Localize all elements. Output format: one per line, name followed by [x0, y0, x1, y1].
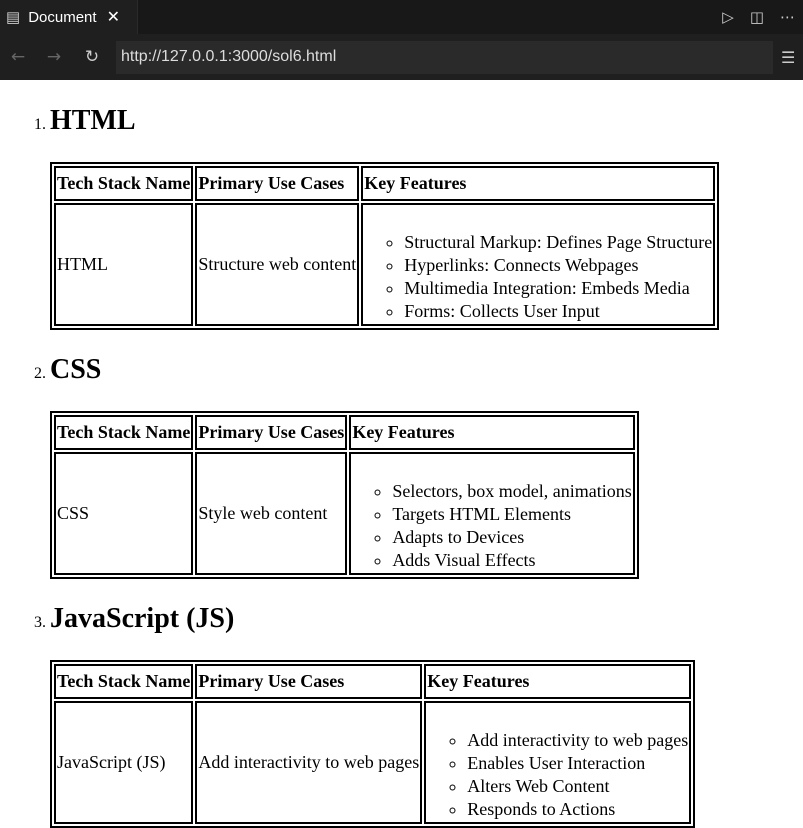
column-header: Primary Use Cases [195, 166, 360, 201]
nav-bar: ← → ↻ http://127.0.0.1:3000/sol6.html ☰ [0, 34, 803, 80]
page-content: HTML Tech Stack NamePrimary Use CasesKey… [0, 80, 803, 828]
section-heading: JavaScript (JS) [50, 603, 235, 634]
use-case-cell: Add interactivity to web pages [195, 701, 423, 824]
reload-icon[interactable]: ↻ [72, 47, 112, 67]
table-header-row: Tech Stack Name Primary Use Cases Key Feat… [54, 166, 716, 201]
use-case-cell: Style web content [195, 452, 348, 575]
close-icon[interactable]: ✕ [107, 7, 120, 27]
feature-item: Multimedia Integration: Embeds Media [404, 277, 712, 300]
section-item: HTML Tech Stack NamePrimary Use CasesKey… [50, 80, 795, 330]
more-icon[interactable]: ⋯ [780, 8, 795, 26]
feature-item: Structural Markup: Defines Page Structur… [404, 206, 712, 254]
tech-name-cell: JavaScript (JS) [54, 701, 194, 824]
table-row: HTML Structure web content Structural Ma… [54, 203, 716, 326]
column-header: Primary Use Cases [195, 664, 423, 699]
section-item: CSS Tech Stack NamePrimary Use CasesKey … [50, 354, 795, 579]
column-header: Tech Stack Name [54, 664, 194, 699]
feature-item: Adds Visual Effects [392, 549, 631, 572]
table-row: CSS Style web content Selectors, box mod… [54, 452, 635, 575]
column-header: Key Features [424, 664, 692, 699]
back-icon[interactable]: ← [0, 47, 36, 67]
section-heading: HTML [50, 105, 136, 136]
feature-item: Selectors, box model, animations [392, 455, 631, 503]
features-cell: Add interactivity to web pagesEnables Us… [424, 701, 692, 824]
use-case-cell: Structure web content [195, 203, 360, 326]
section-heading: CSS [50, 354, 102, 385]
tech-table: Tech Stack Name Primary Use Cases Key Feat… [50, 162, 720, 330]
table-header-row: Tech Stack Name Primary Use Cases Key Feat… [54, 415, 635, 450]
features-list: Add interactivity to web pagesEnables Us… [427, 704, 688, 821]
tech-table: Tech Stack Name Primary Use Cases Key Feat… [50, 411, 639, 579]
section-item: JavaScript (JS) Tech Stack NamePrimary U… [50, 603, 795, 828]
column-header: Primary Use Cases [195, 415, 348, 450]
tab-title: Document [28, 8, 97, 26]
features-cell: Structural Markup: Defines Page Structur… [361, 203, 716, 326]
feature-item: Adapts to Devices [392, 526, 631, 549]
menu-icon[interactable]: ☰ [781, 48, 803, 67]
tab-bar: ▤ Document ✕ ▷ ◫ ⋯ [0, 0, 803, 34]
url-text: http://127.0.0.1:3000/sol6.html [121, 48, 337, 65]
address-bar[interactable]: http://127.0.0.1:3000/sol6.html [116, 40, 773, 74]
features-list: Selectors, box model, animationsTargets … [352, 455, 631, 572]
feature-item: Enables User Interaction [467, 752, 688, 775]
sections-list: HTML Tech Stack NamePrimary Use CasesKey… [8, 80, 795, 828]
column-header: Key Features [361, 166, 716, 201]
feature-item: Forms: Collects User Input [404, 300, 712, 323]
feature-item: Responds to Actions [467, 798, 688, 821]
preview-icon: ▤ [6, 9, 21, 26]
column-header: Key Features [349, 415, 635, 450]
tech-name-cell: HTML [54, 203, 194, 326]
features-list: Structural Markup: Defines Page Structur… [364, 206, 712, 323]
tech-name-cell: CSS [54, 452, 194, 575]
feature-item: Add interactivity to web pages [467, 704, 688, 752]
tech-table: Tech Stack Name Primary Use Cases Key Feat… [50, 660, 696, 828]
feature-item: Hyperlinks: Connects Webpages [404, 254, 712, 277]
tab-document[interactable]: ▤ Document ✕ [0, 0, 138, 34]
column-header: Tech Stack Name [54, 166, 194, 201]
feature-item: Alters Web Content [467, 775, 688, 798]
column-header: Tech Stack Name [54, 415, 194, 450]
split-editor-icon[interactable]: ◫ [750, 8, 764, 26]
run-icon[interactable]: ▷ [722, 8, 734, 26]
table-header-row: Tech Stack Name Primary Use Cases Key Feat… [54, 664, 692, 699]
feature-item: Targets HTML Elements [392, 503, 631, 526]
table-row: JavaScript (JS) Add interactivity to web… [54, 701, 692, 824]
forward-icon[interactable]: → [36, 47, 72, 67]
features-cell: Selectors, box model, animationsTargets … [349, 452, 635, 575]
